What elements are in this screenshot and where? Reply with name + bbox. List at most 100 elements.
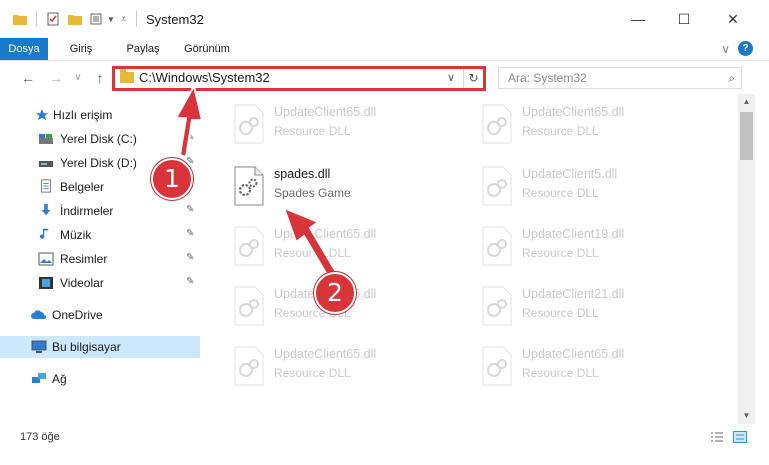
pin-icon: ✎ [186, 228, 195, 239]
minimize-button[interactable]: — [615, 0, 661, 38]
file-tile-spades[interactable]: spades.dll Spades Game [228, 162, 458, 212]
sidebar-item-onedrive[interactable]: OneDrive [0, 304, 200, 326]
music-icon [39, 228, 49, 239]
file-type: Resource DLL [274, 124, 351, 138]
up-button[interactable]: ↑ [90, 68, 110, 88]
forward-button[interactable]: → [46, 68, 66, 88]
address-bar[interactable]: C:\Windows\System32 ∨ ↻ [112, 66, 486, 91]
sidebar-item-label: Yerel Disk (C:) [60, 132, 137, 146]
file-tile[interactable]: UpdateClient65.dll Resource DLL [476, 100, 706, 150]
item-count: 173 öğe [20, 431, 60, 443]
scroll-up-button[interactable]: ▲ [738, 94, 755, 110]
file-type: Resource DLL [522, 246, 599, 260]
file-tile[interactable]: UpdateClient19.dll Resource DLL [476, 222, 706, 272]
pin-icon: ✎ [186, 204, 195, 215]
help-icon[interactable]: ? [738, 41, 753, 56]
customize-toolbar-icon[interactable] [89, 11, 105, 27]
pin-icon: ✎ [186, 132, 195, 143]
dll-file-icon [234, 346, 264, 386]
sidebar-item-music[interactable]: Müzik ✎ [0, 224, 200, 246]
search-icon: ⌕ [728, 71, 735, 85]
sidebar-item-label: Hızlı erişim [53, 108, 113, 122]
tab-home[interactable]: Giriş [64, 38, 98, 60]
file-name: spades.dll [274, 167, 331, 181]
file-tile[interactable]: UpdateClient65.dll Resource DLL [228, 100, 458, 150]
sidebar-item-label: Müzik [60, 228, 92, 242]
vertical-scrollbar[interactable]: ▲ ▼ [738, 94, 755, 424]
new-folder-icon[interactable] [67, 11, 83, 27]
search-input[interactable]: Ara: System32 ⌕ [498, 67, 742, 89]
maximize-button[interactable]: ☐ [661, 0, 707, 38]
window-title: System32 [146, 12, 204, 27]
close-button[interactable]: ✕ [710, 0, 756, 38]
pin-icon: ✎ [186, 276, 195, 287]
address-path[interactable]: C:\Windows\System32 [139, 70, 270, 85]
dll-file-icon [234, 166, 264, 206]
quick-access-menu-icon[interactable]: ⩡ [121, 14, 127, 25]
navigation-pane: Hızlı erişim Yerel Disk (C:) ✎ Yerel Dis… [0, 98, 206, 422]
file-name: UpdateClient65.dll [274, 227, 377, 241]
file-type: Resource DLL [274, 246, 351, 260]
file-list: UpdateClient65.dll Resource DLL spades.d… [206, 94, 738, 424]
sidebar-item-label: Videolar [60, 276, 104, 290]
sidebar-item-label: İndirmeler [60, 204, 114, 218]
refresh-button[interactable]: ↻ [463, 69, 483, 88]
documents-icon [41, 179, 51, 193]
videos-icon [39, 277, 53, 289]
file-name: UpdateClient65.dll [274, 347, 377, 361]
search-placeholder: Ara: System32 [508, 71, 587, 85]
status-bar: 173 öğe [0, 424, 769, 465]
file-type: Resource DLL [522, 124, 599, 138]
recent-locations-button[interactable]: ∨ [68, 68, 88, 88]
sidebar-item-local-disk-c[interactable]: Yerel Disk (C:) ✎ [0, 128, 200, 150]
file-tile[interactable]: UpdateClient65.dll Resource DLL [228, 342, 458, 392]
drive-icon [39, 134, 53, 144]
file-tile[interactable]: UpdateClient5.dll Resource DLL [476, 162, 706, 212]
file-type: Resource DLL [522, 186, 599, 200]
dll-file-icon [482, 104, 512, 144]
sidebar-item-label: Belgeler [60, 180, 105, 194]
sidebar-item-network[interactable]: Ağ [0, 368, 200, 390]
properties-icon[interactable] [45, 11, 61, 27]
dll-file-icon [234, 286, 264, 326]
sidebar-item-downloads[interactable]: İndirmeler ✎ [0, 200, 200, 222]
title-bar: ▼ ⩡ System32 — ☐ ✕ [0, 0, 769, 38]
dll-file-icon [234, 226, 264, 266]
sidebar-item-label: OneDrive [52, 308, 103, 322]
computer-icon [31, 340, 47, 353]
folder-icon [13, 15, 27, 25]
details-view-icon[interactable] [710, 431, 724, 443]
quick-access-toolbar: ▼ ⩡ [12, 10, 127, 28]
tab-share[interactable]: Paylaş [124, 38, 162, 60]
sidebar-item-quick-access[interactable]: Hızlı erişim [0, 104, 200, 126]
download-icon [41, 203, 51, 216]
drive-icon [39, 161, 53, 167]
sidebar-item-pictures[interactable]: Resimler ✎ [0, 248, 200, 270]
pictures-icon [38, 252, 54, 266]
file-tile[interactable]: UpdateClient21.dll Resource DLL [476, 282, 706, 332]
dll-file-icon [482, 226, 512, 266]
tab-file[interactable]: Dosya [0, 38, 48, 60]
address-dropdown-icon[interactable]: ∨ [443, 69, 459, 88]
tiles-view-icon[interactable] [733, 431, 747, 443]
tab-view[interactable]: Görünüm [182, 38, 232, 60]
address-row: ← → ∨ ↑ C:\Windows\System32 ∨ ↻ Ara: Sys… [0, 60, 769, 94]
callout-1: 1 [151, 158, 193, 200]
pin-icon: ✎ [186, 252, 195, 263]
ribbon-controls: ∨ ? [721, 41, 753, 56]
dll-file-icon [234, 104, 264, 144]
chevron-down-icon[interactable]: ▼ [107, 15, 115, 24]
scroll-down-button[interactable]: ▼ [738, 408, 755, 424]
file-tile[interactable]: UpdateClient65.dll Resource DLL [476, 342, 706, 392]
sidebar-item-videos[interactable]: Videolar ✎ [0, 272, 200, 294]
file-type: Resource DLL [522, 306, 599, 320]
ribbon-tabs: Dosya Giriş Paylaş Görünüm ∨ ? [0, 38, 769, 60]
scroll-thumb[interactable] [740, 112, 753, 160]
sidebar-item-label: Bu bilgisayar [52, 340, 121, 354]
file-tile[interactable]: UpdateClient65.dll Resource DLL [228, 222, 458, 272]
expand-ribbon-icon[interactable]: ∨ [721, 42, 730, 56]
sidebar-item-this-pc[interactable]: Bu bilgisayar [0, 336, 200, 358]
sidebar-item-label: Ağ [52, 372, 67, 386]
file-name: UpdateClient65.dll [522, 347, 625, 361]
back-button[interactable]: ← [18, 68, 38, 88]
